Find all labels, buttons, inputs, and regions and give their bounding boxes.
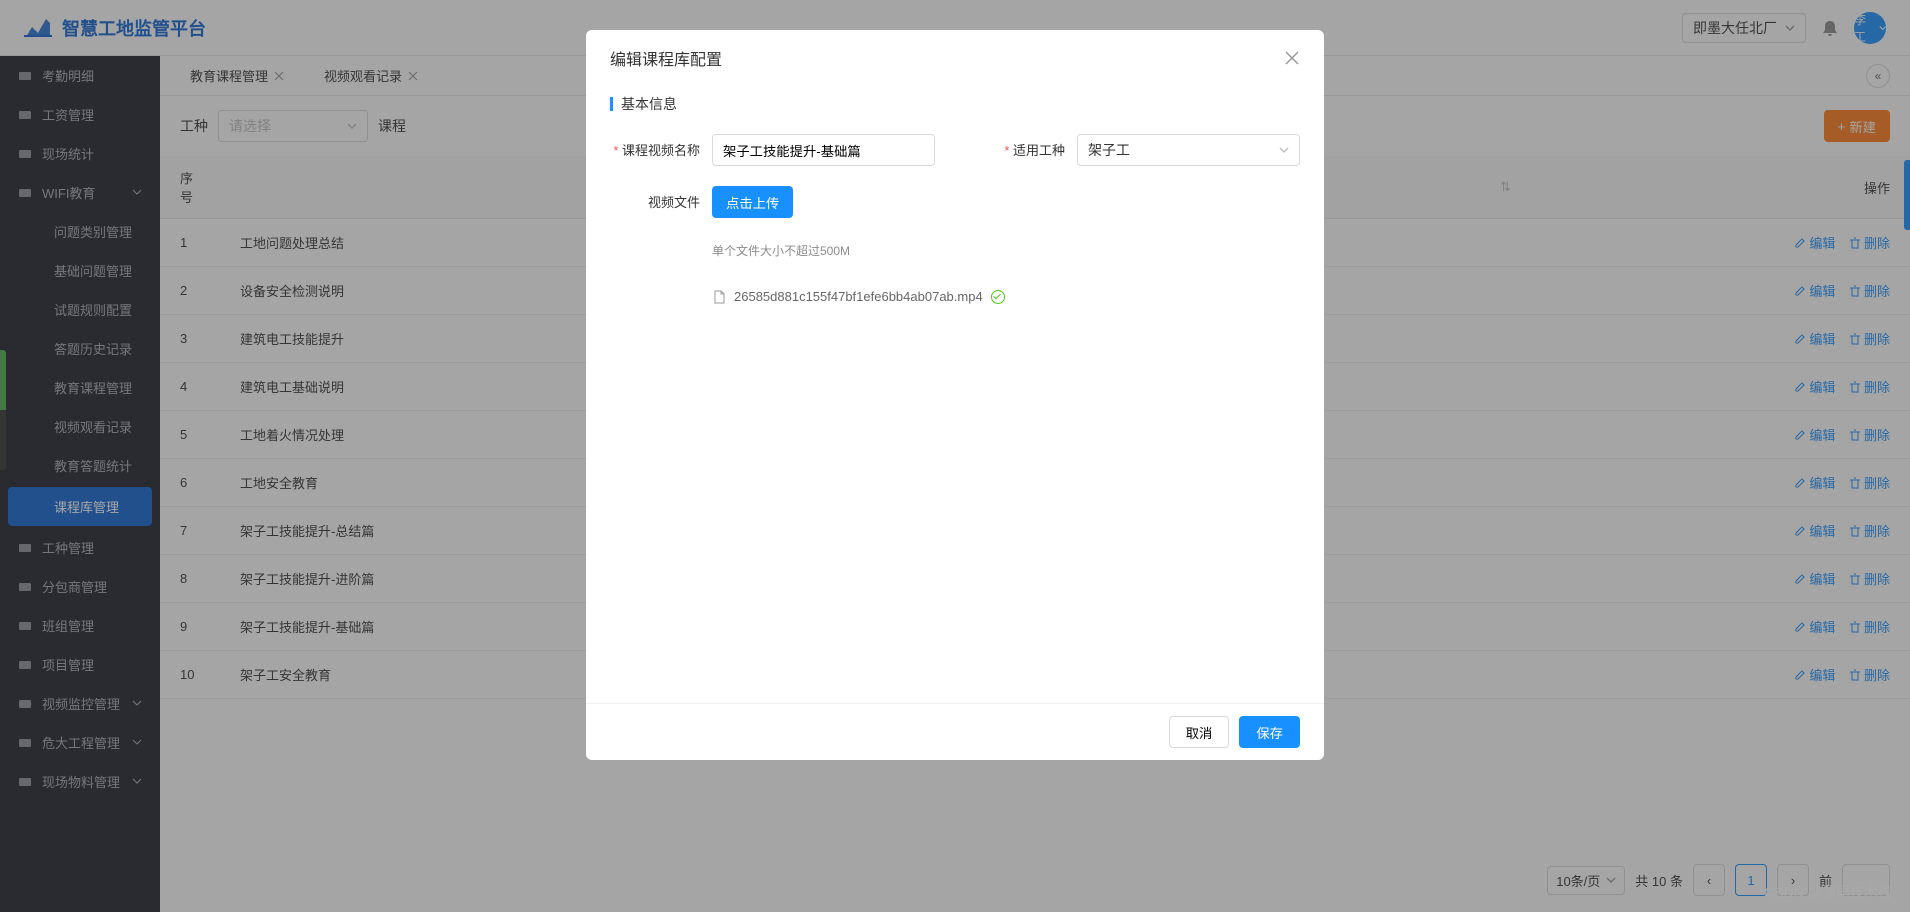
form-item-worker-type: * 适用工种 架子工	[975, 134, 1300, 166]
watermark: CSDN @源码技术栈	[1764, 882, 1892, 902]
modal-header: 编辑课程库配置	[586, 30, 1324, 86]
uploaded-file-row: 26585d881c155f47bf1efe6bb4ab07ab.mp4	[712, 289, 1005, 304]
form-row-1: * 课程视频名称 * 适用工种 架子工	[610, 134, 1300, 166]
form-row-2: 视频文件 点击上传 单个文件大小不超过500M 26585d881c155f47…	[610, 186, 1300, 304]
check-circle-icon	[991, 290, 1005, 304]
save-button[interactable]: 保存	[1239, 716, 1300, 748]
modal-title: 编辑课程库配置	[610, 46, 722, 70]
course-name-input[interactable]	[712, 134, 935, 166]
uploaded-filename: 26585d881c155f47bf1efe6bb4ab07ab.mp4	[734, 289, 983, 304]
chevron-down-icon	[1279, 145, 1289, 155]
worker-type-modal-select[interactable]: 架子工	[1077, 134, 1300, 166]
file-icon	[712, 290, 726, 304]
cancel-button[interactable]: 取消	[1169, 716, 1230, 748]
worker-type-label: * 适用工种	[975, 134, 1065, 159]
close-icon[interactable]	[1284, 50, 1300, 66]
upload-hint: 单个文件大小不超过500M	[712, 242, 1005, 259]
section-basic-info: 基本信息	[610, 94, 1300, 114]
upload-button[interactable]: 点击上传	[712, 186, 793, 218]
name-label: * 课程视频名称	[610, 134, 700, 159]
form-item-name: * 课程视频名称	[610, 134, 935, 166]
modal-footer: 取消 保存	[586, 703, 1324, 760]
modal-body: 基本信息 * 课程视频名称 * 适用工种 架子工 视频	[586, 86, 1324, 703]
video-label: 视频文件	[610, 186, 700, 211]
form-item-video: 视频文件 点击上传 单个文件大小不超过500M 26585d881c155f47…	[610, 186, 1005, 304]
worker-type-value: 架子工	[1088, 140, 1130, 160]
edit-course-modal: 编辑课程库配置 基本信息 * 课程视频名称 * 适用工种 架子工	[586, 30, 1324, 760]
